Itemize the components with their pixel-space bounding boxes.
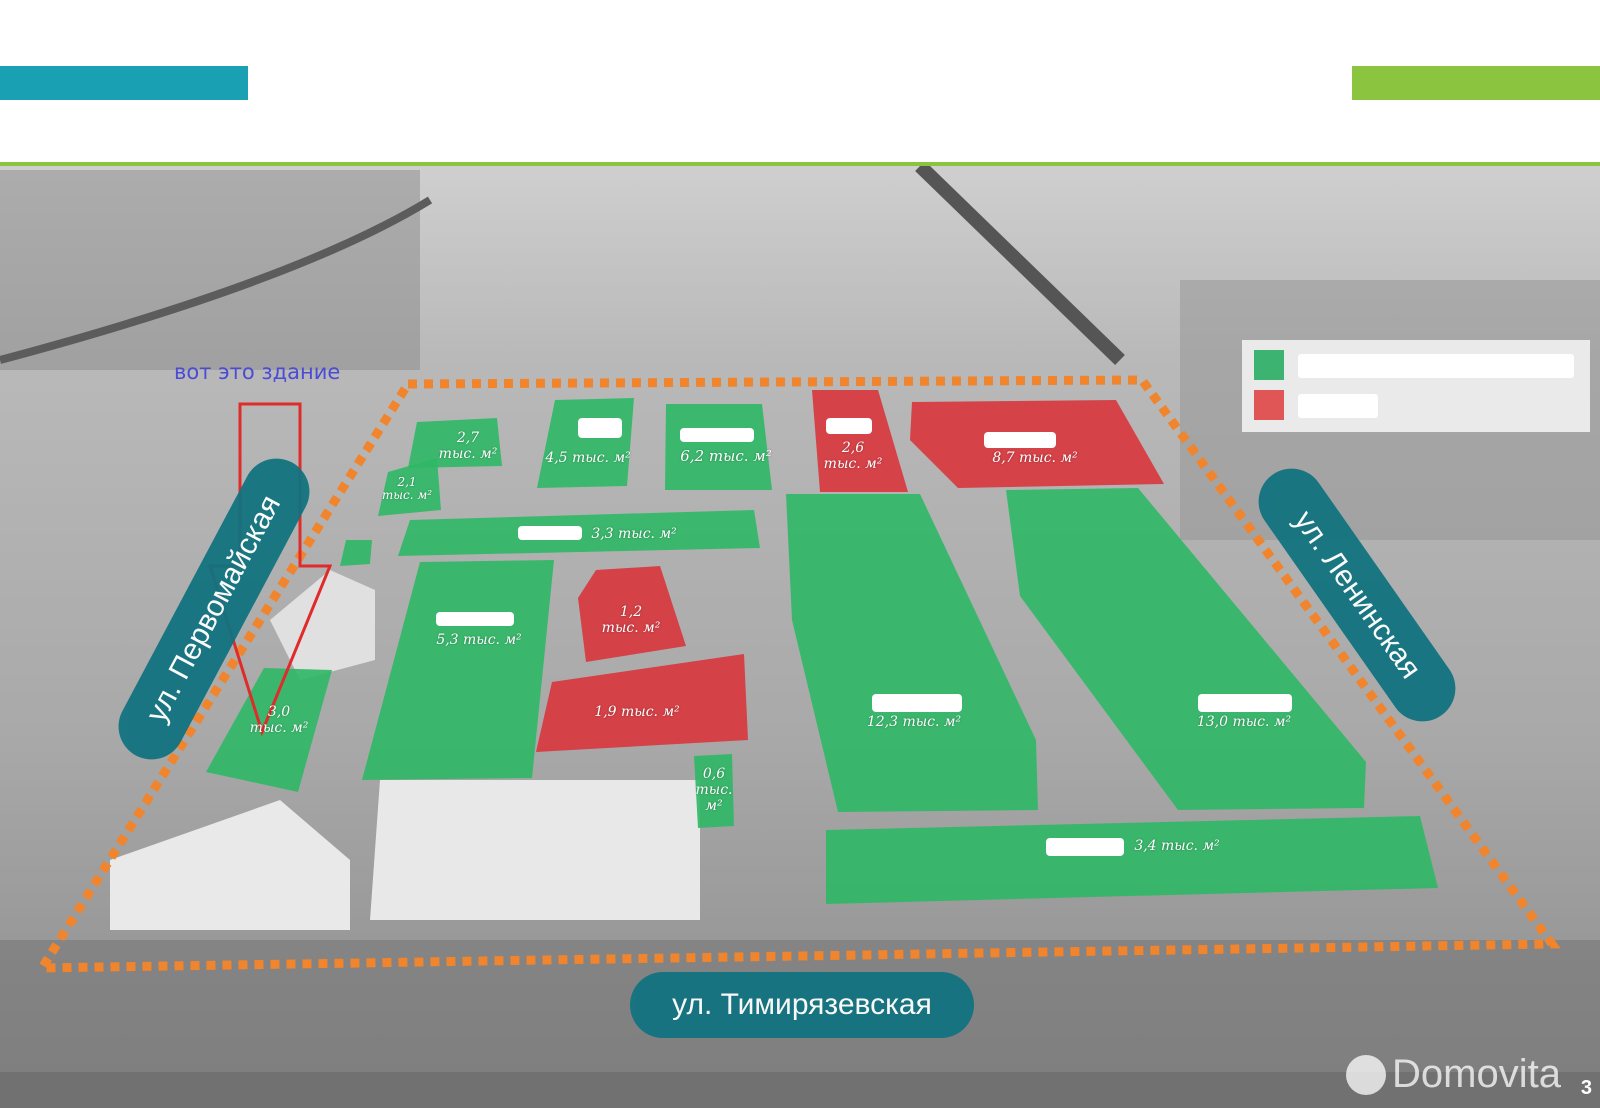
watermark-text: Domovita: [1392, 1052, 1561, 1096]
building-label: 6,2 тыс. м²: [680, 447, 772, 465]
redaction: [518, 526, 582, 540]
building-small-green: [340, 540, 372, 566]
building-label: 1,9 тыс. м²: [594, 704, 680, 720]
building-label: 2,1 тыс. м²: [381, 475, 433, 502]
street-label-timiryazevskaya: ул. Тимирязевская: [630, 972, 974, 1038]
building-grey-main: [110, 800, 350, 930]
building-label: 4,5 тыс. м²: [545, 450, 631, 466]
building-label: 0,6 тыс. м²: [695, 766, 733, 814]
annotation-text: вот это здание: [174, 360, 341, 384]
redaction: [1198, 694, 1292, 712]
watermark-logo-icon: [1346, 1054, 1386, 1095]
slide-header: [0, 0, 1600, 165]
courtyard: [370, 780, 700, 920]
redaction: [1046, 838, 1124, 856]
building-4-5: [537, 398, 634, 488]
building-label: 2,7 тыс. м²: [438, 430, 498, 462]
legend-swatch-green: [1254, 350, 1284, 380]
building-label: 5,3 тыс. м²: [436, 632, 522, 648]
building-label: 8,7 тыс. м²: [992, 450, 1078, 466]
watermark: Domovita: [1346, 1052, 1561, 1097]
building-label: 3,3 тыс. м²: [591, 526, 677, 542]
redaction: [436, 612, 514, 626]
building-label: 13,0 тыс. м²: [1196, 714, 1292, 730]
redaction: [826, 418, 872, 434]
building-12-3: [786, 494, 1038, 812]
building-label: 3,4 тыс. м²: [1134, 838, 1220, 854]
legend-label-green: [1298, 354, 1574, 378]
bridge-road: [915, 166, 1125, 366]
accent-bar-left: [0, 66, 248, 100]
legend: [1242, 340, 1590, 432]
building-label: 3,0 тыс. м²: [249, 704, 309, 736]
redaction: [872, 694, 962, 712]
building-label: 2,6 тыс. м²: [823, 440, 883, 472]
accent-bar-right: [1352, 66, 1600, 100]
building-3-4: [826, 816, 1438, 904]
redaction: [578, 418, 622, 438]
legend-label-red: [1298, 394, 1378, 418]
legend-swatch-red: [1254, 390, 1284, 420]
building-label: 12,3 тыс. м²: [866, 714, 962, 730]
redaction: [984, 432, 1056, 448]
building-5-3: [362, 560, 554, 780]
page-number: 3: [1580, 1077, 1592, 1099]
redaction: [680, 428, 754, 442]
building-1-9: [536, 654, 748, 752]
building-label: 1,2 тыс. м²: [601, 604, 661, 636]
